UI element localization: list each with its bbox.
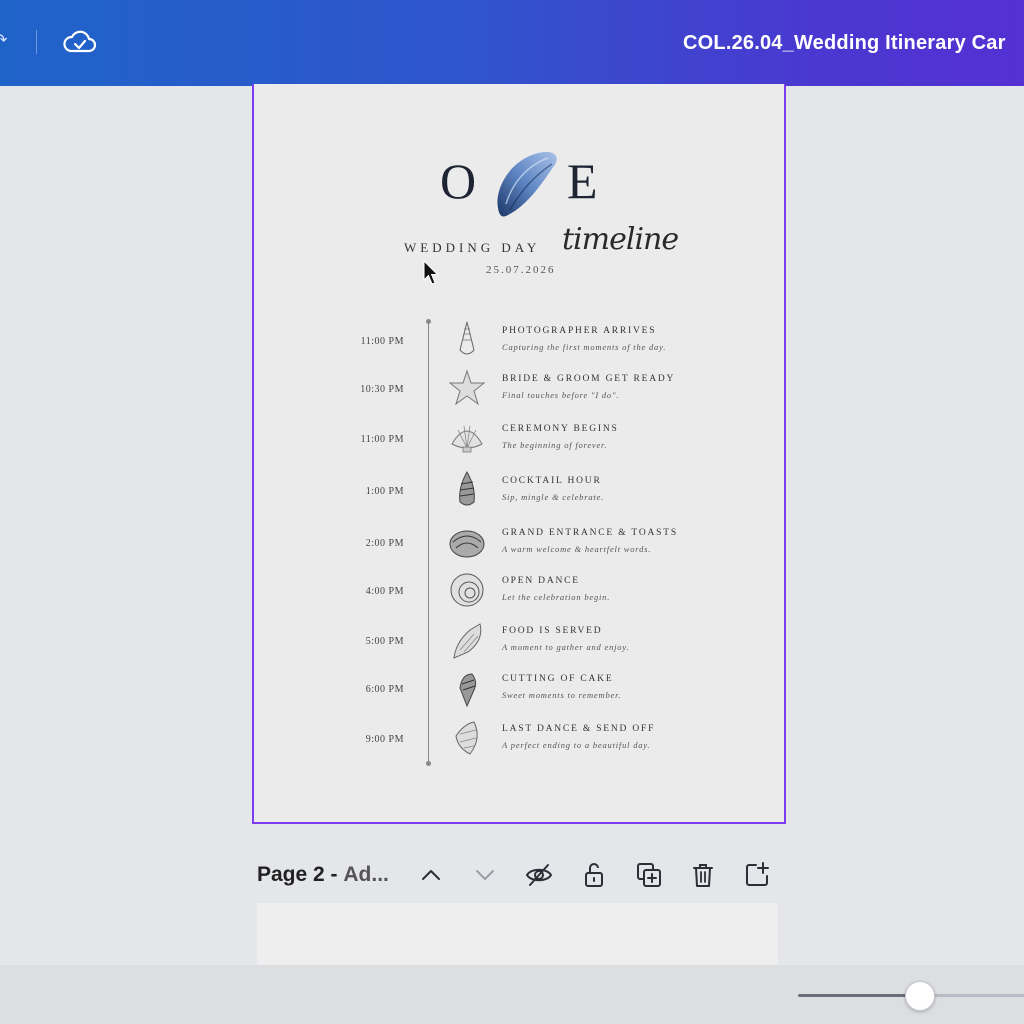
event-date: 25.07.2026 bbox=[486, 264, 556, 276]
timeline-line bbox=[428, 320, 429, 764]
redo-icon[interactable]: ↷ bbox=[0, 30, 7, 50]
whelk-shell-icon bbox=[453, 623, 482, 659]
event-time: 6:00 PM bbox=[365, 684, 404, 695]
event-title: BRIDE & GROOM GET READY bbox=[502, 374, 676, 384]
event-description: Sip, mingle & celebrate. bbox=[502, 492, 605, 502]
page-title[interactable]: Page 2 - Ad... bbox=[257, 863, 389, 887]
event-description: A perfect ending to a beautiful day. bbox=[502, 740, 651, 750]
toolbar-divider bbox=[36, 30, 37, 54]
cloud-check-icon[interactable] bbox=[62, 26, 98, 58]
event-title: GRAND ENTRANCE & TOASTS bbox=[502, 528, 678, 538]
document-title[interactable]: COL.26.04_Wedding Itinerary Car bbox=[683, 32, 1006, 55]
duplicate-icon bbox=[637, 863, 661, 887]
event-time: 11:00 PM bbox=[360, 434, 404, 445]
mouse-cursor-icon bbox=[423, 260, 439, 285]
event-title: CEREMONY BEGINS bbox=[502, 424, 619, 434]
spiral-shell-icon bbox=[459, 470, 475, 506]
move-page-up-button[interactable] bbox=[416, 860, 446, 890]
trash-icon bbox=[693, 864, 713, 887]
timeline-dot-bottom bbox=[426, 761, 431, 766]
design-page-2[interactable] bbox=[257, 903, 778, 967]
event-title: COCKTAIL HOUR bbox=[502, 476, 602, 486]
snail-shell-icon bbox=[449, 530, 485, 558]
add-page-icon bbox=[746, 862, 769, 886]
event-description: Let the celebration begin. bbox=[502, 592, 611, 602]
murex-shell-icon bbox=[459, 673, 477, 708]
event-time: 2:00 PM bbox=[365, 538, 404, 549]
cone-shell-icon bbox=[455, 721, 478, 755]
duplicate-page-button[interactable] bbox=[634, 860, 664, 890]
timeline-dot-top bbox=[426, 319, 431, 324]
move-page-down-button[interactable] bbox=[470, 860, 500, 890]
chevron-up-icon bbox=[422, 870, 440, 880]
event-time: 1:00 PM bbox=[365, 486, 404, 497]
heading-wedding-day: WEDDING DAY bbox=[404, 240, 541, 255]
starfish-icon bbox=[448, 369, 486, 406]
delete-page-button[interactable] bbox=[688, 860, 718, 890]
event-description: The beginning of forever. bbox=[502, 440, 608, 450]
event-description: Sweet moments to remember. bbox=[502, 690, 622, 700]
event-title: FOOD IS SERVED bbox=[502, 626, 603, 636]
top-toolbar: ↷ COL.26.04_Wedding Itinerary Car bbox=[0, 0, 1024, 86]
event-time: 11:00 PM bbox=[360, 336, 404, 347]
eye-off-icon bbox=[525, 864, 553, 886]
chevron-down-icon bbox=[476, 870, 494, 880]
zoom-slider-fill bbox=[798, 994, 920, 997]
zoom-slider-thumb[interactable] bbox=[905, 981, 935, 1011]
design-page[interactable]: O E WEDDING DAY timeline 25.07.2026 11:0… bbox=[252, 84, 786, 824]
event-time: 4:00 PM bbox=[365, 586, 404, 597]
event-time: 5:00 PM bbox=[365, 636, 404, 647]
event-time: 9:00 PM bbox=[365, 734, 404, 745]
monogram-left: O bbox=[440, 153, 479, 209]
page-number-label: Page 2 - bbox=[257, 863, 338, 886]
add-page-button[interactable] bbox=[742, 860, 772, 890]
event-title: CUTTING OF CAKE bbox=[502, 674, 614, 684]
event-description: Capturing the first moments of the day. bbox=[502, 342, 667, 352]
event-title: PHOTOGRAPHER ARRIVES bbox=[502, 326, 657, 336]
lock-page-button[interactable] bbox=[579, 860, 609, 890]
conch-shell-icon bbox=[459, 321, 475, 355]
scallop-shell-icon bbox=[451, 425, 483, 453]
add-page-title-input[interactable]: Ad... bbox=[343, 863, 389, 886]
event-title: LAST DANCE & SEND OFF bbox=[502, 724, 656, 734]
mussel-shell-icon bbox=[497, 151, 557, 217]
monogram-right: E bbox=[567, 153, 598, 209]
heading-script: timeline bbox=[562, 222, 679, 257]
event-description: A warm welcome & heartfelt words. bbox=[502, 544, 652, 554]
event-description: Final touches before "I do". bbox=[502, 390, 620, 400]
nautilus-shell-icon bbox=[450, 573, 484, 607]
event-time: 10:30 PM bbox=[360, 384, 404, 395]
event-description: A moment to gather and enjoy. bbox=[502, 642, 630, 652]
hide-page-button[interactable] bbox=[524, 860, 554, 890]
event-title: OPEN DANCE bbox=[502, 576, 580, 586]
unlock-icon bbox=[585, 863, 603, 887]
